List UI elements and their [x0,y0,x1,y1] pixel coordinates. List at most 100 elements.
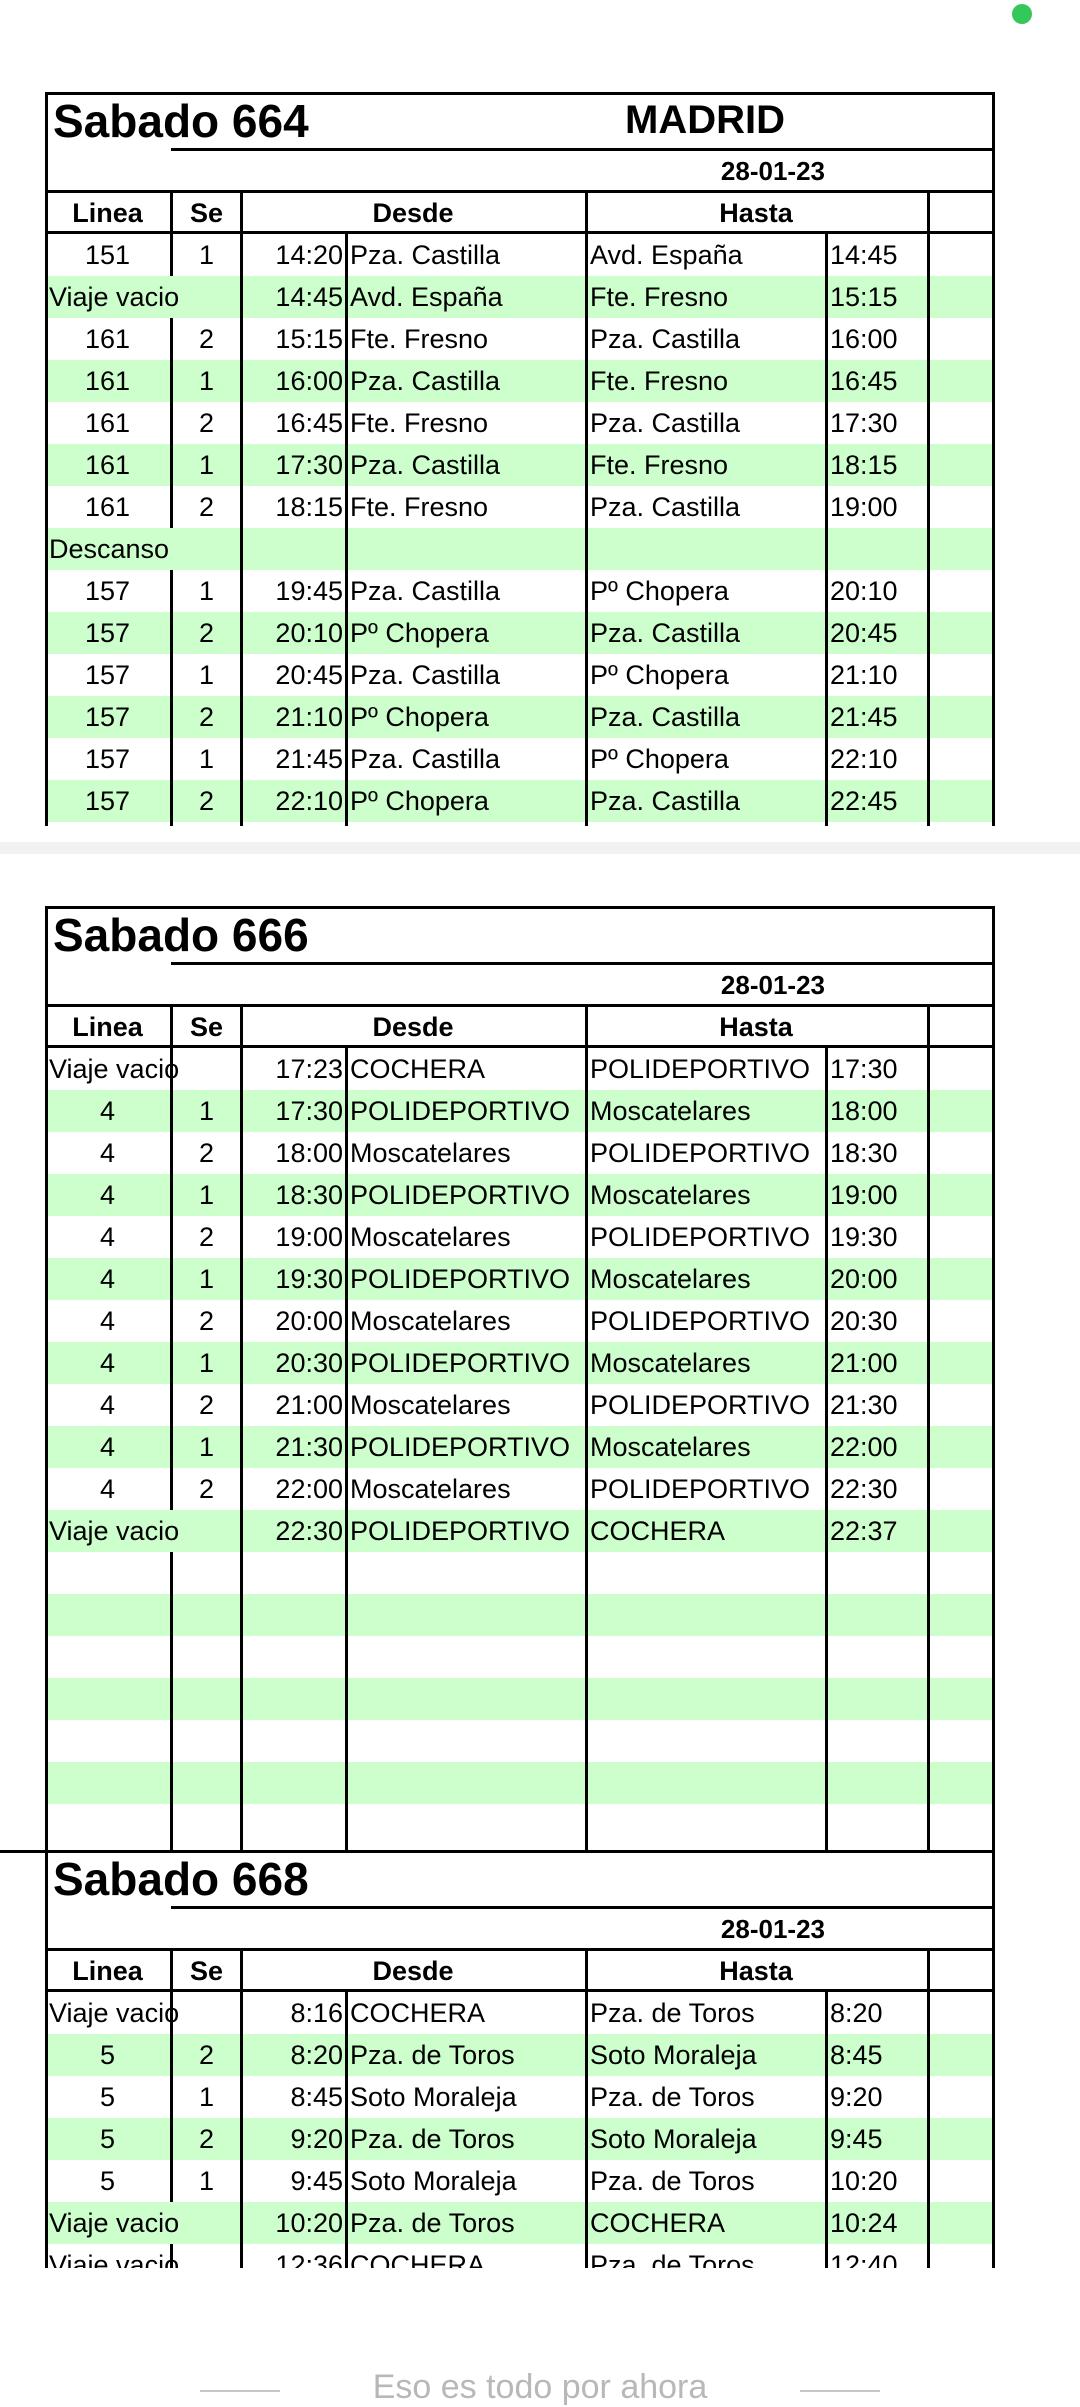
cell-departure-time: 8:16 [290,1998,343,2028]
cell-linea: 5 [99,2124,116,2154]
table-row: 4 1 20:30 POLIDEPORTIVO Moscatelares 21:00 [45,1342,995,1384]
cell-departure-time: 10:20 [275,2208,343,2238]
header-linea: Linea [72,198,143,228]
cell-from-stop: Moscatelares [350,1390,511,1420]
header-desde: Desde [372,198,454,228]
cell-to-stop: POLIDEPORTIVO [590,1306,811,1336]
table-row: 5 2 9:20 Pza. de Toros Soto Moraleja 9:45 [45,2118,995,2160]
sheet-date: 28-01-23 [720,1914,825,1944]
column-divider [927,193,930,826]
cell-se: 1 [198,2166,215,2196]
cell-arrival-time: 10:20 [830,2166,898,2196]
divider [171,962,995,965]
column-divider [927,1951,930,2268]
cell-to-stop: Moscatelares [590,1096,751,1126]
sheet-title: Sabado 668 [53,1853,309,1905]
cell-se: 2 [198,702,215,732]
cell-to-stop: Pza. de Toros [590,2166,755,2196]
table-body: 151 1 14:20 Pza. Castilla Avd. España 14:45 Vi… [45,234,995,822]
cell-se: 1 [198,1264,215,1294]
cell-se: 2 [198,618,215,648]
header-se: Se [189,198,224,228]
cell-departure-time: 21:10 [275,702,343,732]
cell-to-stop: Pº Chopera [590,660,729,690]
end-of-feed-message: Eso es todo por ahora [372,2368,708,2406]
cell-se: 1 [198,576,215,606]
status-indicator-dot [1012,4,1032,24]
cell-se: 1 [198,660,215,690]
schedule-sheet-664[interactable]: Sabado 664 MADRID 28-01-23 Linea Se Desd… [45,92,995,826]
cell-departure-time: 20:00 [275,1306,343,1336]
cell-to-stop: POLIDEPORTIVO [590,1138,811,1168]
cell-departure-time: 12:36 [275,2250,343,2268]
cell-from-stop: Fte. Fresno [350,324,489,354]
cell-linea: 4 [99,1390,116,1420]
table-row: 4 2 20:00 Moscatelares POLIDEPORTIVO 20:30 [45,1300,995,1342]
table-row: 161 2 15:15 Fte. Fresno Pza. Castilla 16:00 [45,318,995,360]
row-note: Viaje vacio [49,1998,180,2028]
cell-to-stop: Avd. España [590,240,743,270]
table-row: Viaje vacio 14:45 Avd. España Fte. Fresno 15… [45,276,995,318]
cell-arrival-time: 10:24 [830,2208,898,2238]
cell-to-stop: Pza. Castilla [590,618,741,648]
cell-linea: 161 [84,366,131,396]
cell-to-stop: Pza. Castilla [590,408,741,438]
cell-se: 1 [198,1348,215,1378]
cell-from-stop: POLIDEPORTIVO [350,1096,571,1126]
row-note: Descanso [49,528,239,570]
cell-departure-time: 19:00 [275,1222,343,1252]
sheet-date: 28-01-23 [720,156,825,186]
cell-linea: 161 [84,450,131,480]
cell-linea: 5 [99,2166,116,2196]
cell-to-stop: Pza. Castilla [590,492,741,522]
header-desde: Desde [372,1012,454,1042]
cell-se: 1 [198,2082,215,2112]
table-row [45,1552,995,1594]
table-row: 161 1 17:30 Pza. Castilla Fte. Fresno 18:15 [45,444,995,486]
cell-from-stop: Pza. Castilla [350,744,501,774]
cell-to-stop: Pza. Castilla [590,324,741,354]
table-row: Viaje vacio 12:36 COCHERA Pza. de Toros 12:4… [45,2244,995,2268]
cell-arrival-time: 22:37 [830,1516,898,1546]
cell-se: 2 [198,1306,215,1336]
cell-departure-time: 22:30 [275,1516,343,1546]
schedule-sheet-668[interactable]: Sabado 668 28-01-23 Linea Se Desde Hasta… [45,1850,995,2268]
cell-arrival-time: 18:15 [830,450,898,480]
cell-se: 2 [198,1138,215,1168]
cell-departure-time: 19:45 [275,576,343,606]
table-row: 151 1 14:20 Pza. Castilla Avd. España 14:45 [45,234,995,276]
cell-from-stop: Pza. de Toros [350,2124,515,2154]
cell-from-stop: COCHERA [350,2250,486,2268]
column-divider [825,1048,828,1850]
cell-departure-time: 20:30 [275,1348,343,1378]
cell-departure-time: 21:00 [275,1390,343,1420]
cell-linea: 4 [99,1348,116,1378]
cell-departure-time: 17:23 [275,1054,343,1084]
cell-to-stop: Pza. de Toros [590,2082,755,2112]
cell-from-stop: Pº Chopera [350,702,489,732]
table-row: Viaje vacio 8:16 COCHERA Pza. de Toros 8:20 [45,1992,995,2034]
cell-arrival-time: 22:00 [830,1432,898,1462]
cell-arrival-time: 20:10 [830,576,898,606]
cell-departure-time: 21:45 [275,744,343,774]
table-row: 5 1 9:45 Soto Moraleja Pza. de Toros 10:20 [45,2160,995,2202]
cell-from-stop: Pza. Castilla [350,660,501,690]
cell-arrival-time: 20:00 [830,1264,898,1294]
cell-se: 1 [198,366,215,396]
cell-linea: 157 [84,744,131,774]
table-row: 157 1 19:45 Pza. Castilla Pº Chopera 20:10 [45,570,995,612]
table-row: 4 1 17:30 POLIDEPORTIVO Moscatelares 18:00 [45,1090,995,1132]
column-divider [345,1992,348,2268]
column-divider [345,234,348,826]
sheet-date: 28-01-23 [720,970,825,1000]
header-linea: Linea [72,1956,143,1986]
cell-to-stop: Pza. de Toros [590,1998,755,2028]
cell-to-stop: COCHERA [590,2208,726,2238]
schedule-sheet-666[interactable]: Sabado 666 28-01-23 Linea Se Desde Hasta… [45,906,995,1850]
cell-departure-time: 22:10 [275,786,343,816]
cell-linea: 5 [99,2082,116,2112]
page-separator [0,842,1080,854]
cell-departure-time: 14:20 [275,240,343,270]
sheet-title: Sabado 666 [53,909,309,961]
table-row [45,1762,995,1804]
